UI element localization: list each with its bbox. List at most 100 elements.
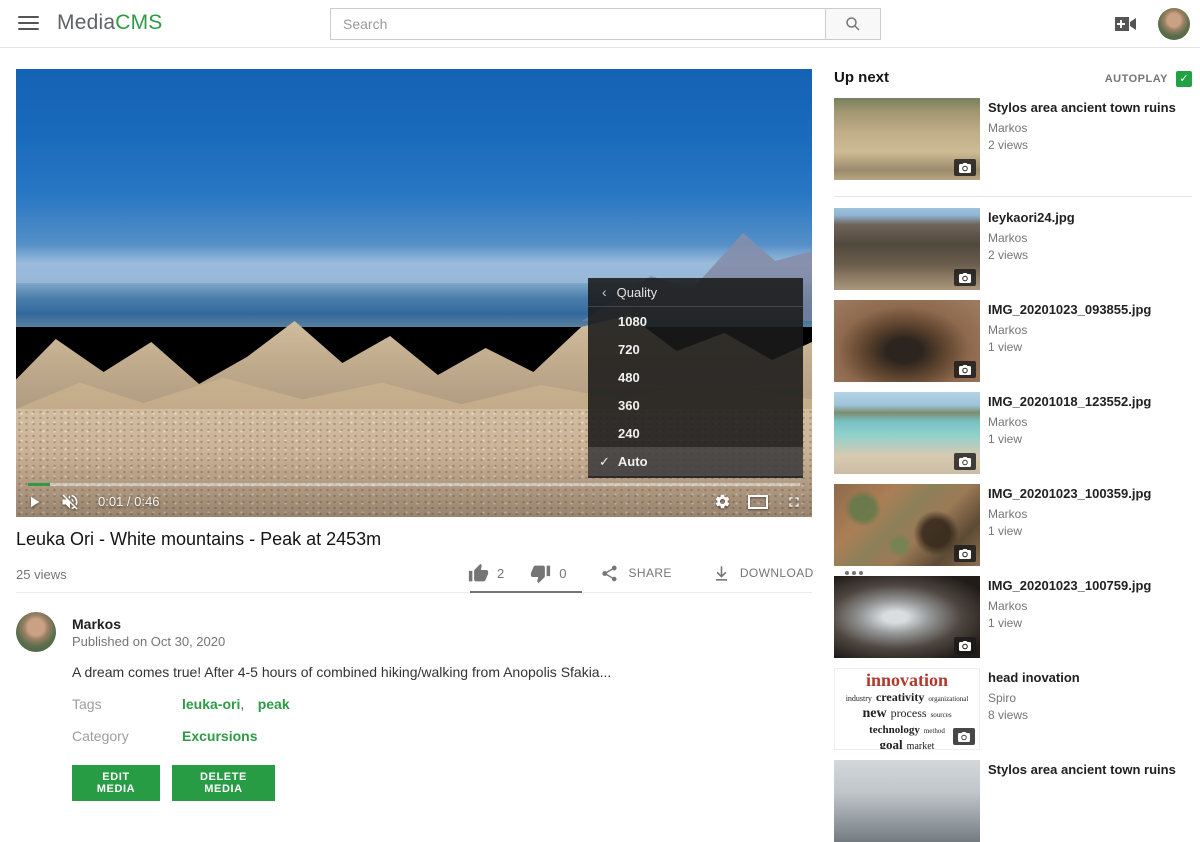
fullscreen-icon <box>786 494 802 510</box>
related-views: 2 views <box>988 138 1192 152</box>
like-button[interactable]: 2 <box>468 563 504 584</box>
edit-media-button[interactable]: EDIT MEDIA <box>72 765 160 801</box>
videocam-plus-icon <box>1114 15 1138 33</box>
video-player[interactable]: ‹ Quality 1080 720 480 360 240 ✓ Auto 0:… <box>16 69 812 517</box>
dislike-count: 0 <box>559 566 566 581</box>
related-item-4[interactable]: IMG_20201018_123552.jpg Markos 1 view <box>834 392 1192 474</box>
related-thumbnail-3 <box>834 300 980 382</box>
related-item-3[interactable]: IMG_20201023_093855.jpg Markos 1 view <box>834 300 1192 382</box>
download-icon <box>712 564 731 583</box>
wordcloud-word: sources <box>931 711 952 719</box>
related-item-7[interactable]: innovation industry creativity organizat… <box>834 668 1192 750</box>
theater-mode-button[interactable] <box>740 486 776 517</box>
tag-separator: , <box>240 696 244 712</box>
upload-media-button[interactable] <box>1114 15 1138 33</box>
media-description: A dream comes true! After 4-5 hours of c… <box>72 664 611 680</box>
related-thumbnail-6 <box>834 576 980 658</box>
check-icon: ✓ <box>599 454 610 470</box>
settings-button[interactable] <box>704 486 740 517</box>
quality-menu-back[interactable]: ‹ Quality <box>588 278 803 307</box>
related-author: Markos <box>988 507 1192 521</box>
related-thumbnail-5 <box>834 484 980 566</box>
tags-label: Tags <box>72 696 102 712</box>
related-author: Spiro <box>988 691 1192 705</box>
download-label: DOWNLOAD <box>740 566 814 580</box>
top-bar: MediaCMS <box>0 0 1200 48</box>
related-thumbnail-1 <box>834 98 980 180</box>
mute-button[interactable] <box>52 486 88 517</box>
quality-option-480[interactable]: 480 <box>588 363 803 391</box>
related-item-6[interactable]: IMG_20201023_100759.jpg Markos 1 view <box>834 576 1192 658</box>
related-item-5[interactable]: IMG_20201023_100359.jpg Markos 1 view <box>834 484 1192 566</box>
wordcloud-word: method <box>924 727 945 735</box>
fullscreen-button[interactable] <box>776 486 812 517</box>
camera-icon <box>959 457 971 467</box>
quality-selected-label: Auto <box>618 454 648 469</box>
related-title: IMG_20201023_093855.jpg <box>988 302 1192 318</box>
wordcloud-word: industry <box>846 694 872 703</box>
related-item-1[interactable]: Stylos area ancient town ruins Markos 2 … <box>834 98 1192 180</box>
logo-media-text: Media <box>57 11 115 34</box>
share-button[interactable]: SHARE <box>600 564 671 583</box>
autoplay-control: AUTOPLAY ✓ <box>834 71 1192 87</box>
camera-icon <box>959 365 971 375</box>
action-bar: 2 0 SHARE DOWNLOAD <box>468 556 864 590</box>
related-item-2[interactable]: leykaori24.jpg Markos 2 views <box>834 208 1192 290</box>
autoplay-label: AUTOPLAY <box>1105 73 1168 85</box>
autoplay-checkbox[interactable]: ✓ <box>1176 71 1192 87</box>
search-input[interactable] <box>330 8 826 40</box>
related-thumbnail-2 <box>834 208 980 290</box>
dislike-button[interactable]: 0 <box>530 563 566 584</box>
camera-icon <box>959 549 971 559</box>
thumbs-up-icon <box>468 563 489 584</box>
quality-option-240[interactable]: 240 <box>588 419 803 447</box>
camera-icon <box>959 641 971 651</box>
hamburger-menu-icon[interactable] <box>18 16 39 31</box>
related-views: 1 view <box>988 616 1192 630</box>
theater-mode-icon <box>748 495 768 509</box>
wordcloud-word: creativity <box>876 690 924 704</box>
author-name[interactable]: Markos <box>72 616 121 632</box>
media-title: Leuka Ori - White mountains - Peak at 24… <box>16 529 381 550</box>
player-controls: 0:01 / 0:46 <box>16 486 812 517</box>
app-logo[interactable]: MediaCMS <box>57 11 162 35</box>
related-title: Stylos area ancient town ruins <box>988 100 1192 116</box>
volume-muted-icon <box>60 492 80 512</box>
search-bar <box>330 8 881 40</box>
quality-option-auto[interactable]: ✓ Auto <box>588 447 803 476</box>
tag-link-leuka-ori[interactable]: leuka-ori <box>182 696 240 712</box>
wordcloud-word: market <box>907 741 935 750</box>
quality-option-1080[interactable]: 1080 <box>588 307 803 335</box>
search-button[interactable] <box>826 8 881 40</box>
related-item-8[interactable]: Stylos area ancient town ruins <box>834 760 1192 842</box>
author-avatar[interactable] <box>16 612 56 652</box>
quality-option-360[interactable]: 360 <box>588 391 803 419</box>
related-views: 1 view <box>988 432 1192 446</box>
download-button[interactable]: DOWNLOAD <box>712 564 814 583</box>
wordcloud-word: organizational <box>928 695 968 703</box>
wordcloud-word: technology <box>869 724 920 736</box>
section-divider <box>16 592 812 593</box>
tag-link-peak[interactable]: peak <box>258 696 290 712</box>
share-label: SHARE <box>628 566 671 580</box>
thumbs-down-icon <box>530 563 551 584</box>
related-author: Markos <box>988 599 1192 613</box>
share-icon <box>600 564 619 583</box>
camera-icon <box>959 273 971 283</box>
related-title: IMG_20201023_100759.jpg <box>988 578 1192 594</box>
delete-media-button[interactable]: DELETE MEDIA <box>172 765 275 801</box>
related-author: Markos <box>988 323 1192 337</box>
play-button[interactable] <box>16 486 52 517</box>
related-author: Markos <box>988 121 1192 135</box>
category-link[interactable]: Excursions <box>182 728 257 744</box>
quality-option-720[interactable]: 720 <box>588 335 803 363</box>
up-next-divider <box>834 196 1192 197</box>
user-avatar[interactable] <box>1158 8 1190 40</box>
related-title: Stylos area ancient town ruins <box>988 762 1192 778</box>
back-chevron-icon: ‹ <box>602 284 607 300</box>
related-author: Markos <box>988 415 1192 429</box>
wordcloud-word: new <box>862 706 886 721</box>
wordcloud-word: goal <box>880 737 903 750</box>
quality-menu: ‹ Quality 1080 720 480 360 240 ✓ Auto <box>588 278 803 478</box>
related-views: 1 view <box>988 340 1192 354</box>
